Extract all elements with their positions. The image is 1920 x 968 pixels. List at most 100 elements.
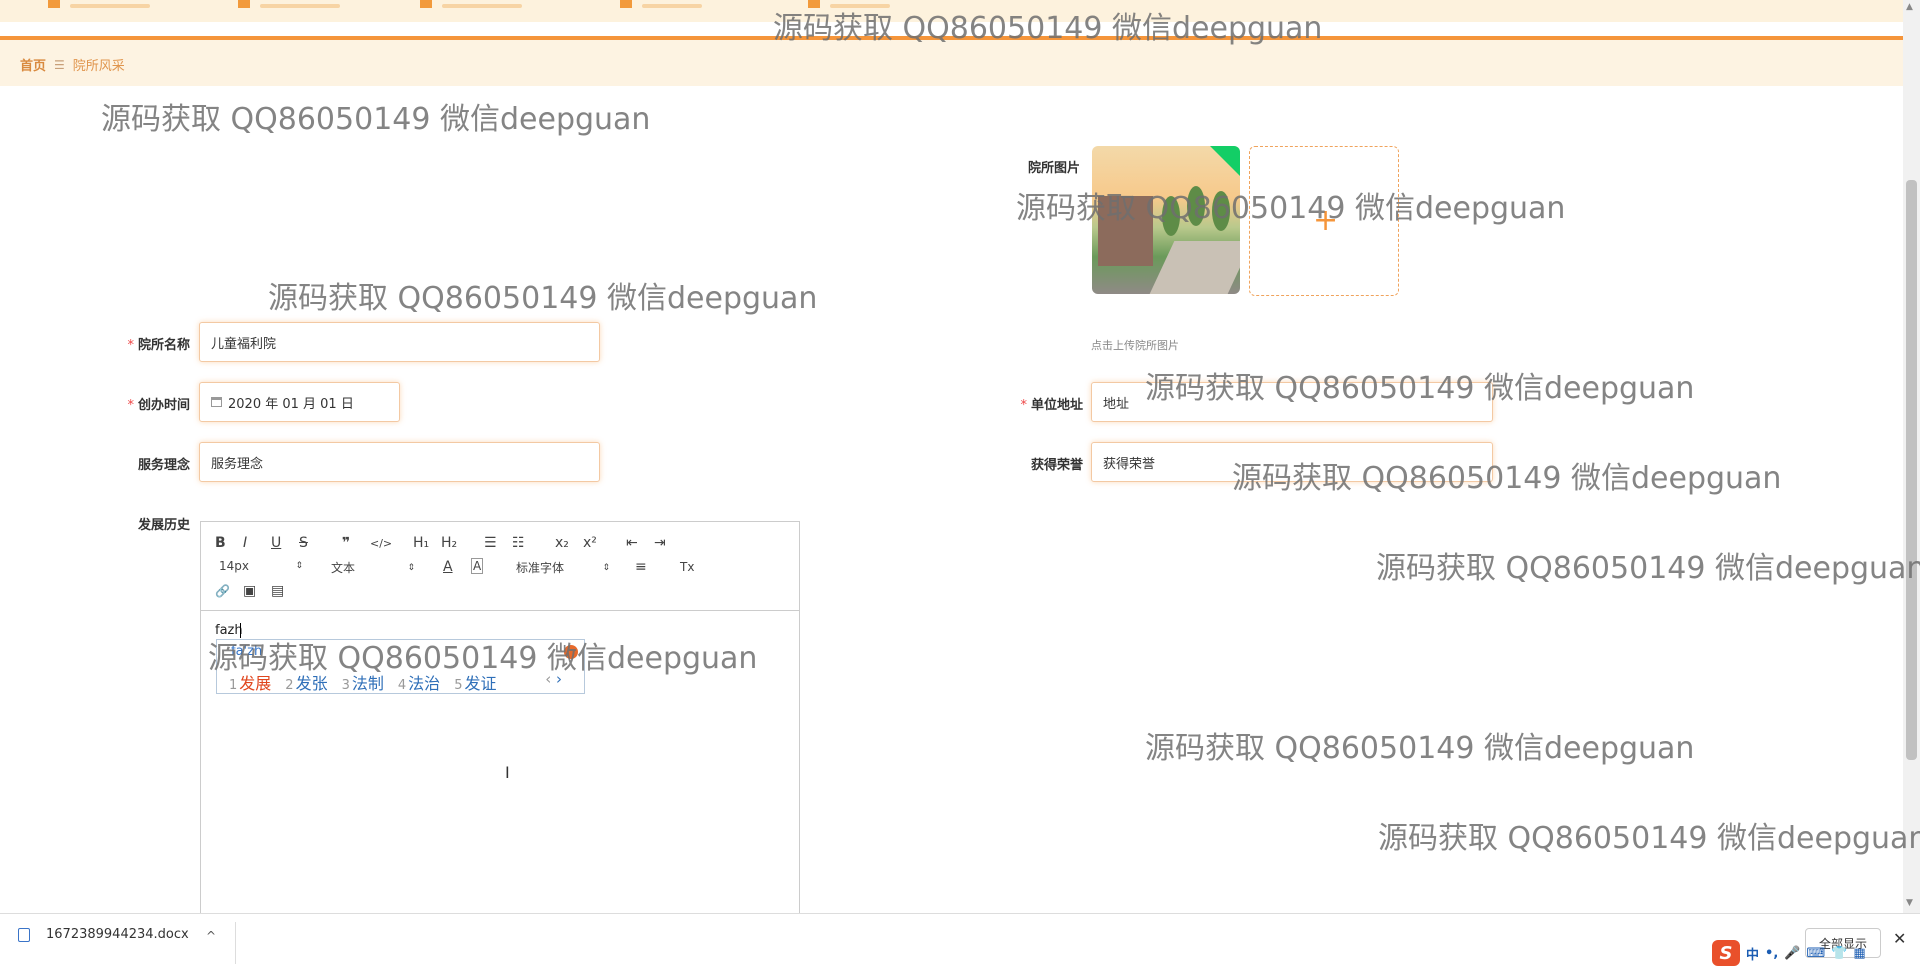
ime-candidate-number: 1 (229, 678, 238, 693)
scroll-up-icon[interactable]: ▲ (1906, 2, 1913, 12)
ime-candidate-word: 发证 (464, 674, 497, 693)
ordered-list-button[interactable]: ☰ (484, 534, 497, 552)
ime-logo-icon (564, 645, 578, 659)
photo-upload-button[interactable]: + (1249, 146, 1399, 296)
font-family-select[interactable]: 标准字体 ⇕ (516, 559, 610, 576)
video-button[interactable]: ▤ (271, 582, 284, 600)
ime-candidate[interactable]: 3 法制 (342, 670, 384, 694)
download-bar (0, 913, 1920, 968)
ime-candidates: 1 发展 2 发张 3 法制 4 法治 5 发证 (229, 670, 496, 694)
address-field[interactable] (1091, 382, 1493, 422)
link-button[interactable]: 🔗 (215, 582, 230, 600)
align-button[interactable]: ≡ (635, 558, 647, 576)
rich-text-editor[interactable]: B I U S ❞ </> H₁ H₂ ☰ ☷ x₂ x² ⇤ ⇥ 14px ⇕ … (200, 521, 800, 916)
name-field[interactable] (199, 322, 600, 362)
photo-label: 院所图片 (960, 157, 1080, 176)
download-item[interactable]: 1672389944234.docx (18, 927, 189, 942)
image-button[interactable]: ▣ (243, 582, 256, 600)
history-label: 发展历史 (70, 514, 190, 533)
bold-button[interactable]: B (215, 534, 226, 552)
outdent-button[interactable]: ⇤ (626, 534, 638, 552)
ime-candidate[interactable]: 1 发展 (229, 670, 271, 694)
clear-format-button[interactable]: Tx (680, 558, 694, 576)
bullet-list-button[interactable]: ☷ (512, 534, 525, 552)
indent-button[interactable]: ⇥ (654, 534, 666, 552)
nav-item-3[interactable] (420, 0, 522, 8)
subscript-button[interactable]: x₂ (555, 534, 569, 552)
photo-tree (1212, 191, 1230, 231)
nav-item-label (260, 4, 340, 8)
ime-next-icon[interactable]: › (556, 670, 562, 688)
watermark: 源码获取 QQ86050149 微信deepguan (101, 102, 651, 137)
editor-content[interactable]: fazh (215, 623, 243, 638)
top-nav (0, 0, 1903, 22)
ime-candidate[interactable]: 4 法治 (398, 670, 440, 694)
honors-label: 获得荣誉 (963, 454, 1083, 473)
italic-button[interactable]: I (243, 534, 247, 552)
h2-button[interactable]: H₂ (441, 534, 457, 552)
underline-button[interactable]: U (271, 534, 281, 552)
founded-date-field[interactable]: 2020 年 01 月 01 日 (199, 382, 400, 422)
ime-candidate-word: 法治 (408, 674, 441, 693)
ime-page-nav[interactable]: ‹ › (545, 670, 562, 688)
sogou-logo-icon[interactable]: S (1712, 940, 1740, 966)
punctuation-icon[interactable]: •, (1765, 946, 1778, 961)
nav-item-4[interactable] (620, 0, 702, 8)
ime-prev-icon[interactable]: ‹ (545, 670, 551, 688)
ime-candidate-word: 法制 (351, 674, 384, 693)
nav-item-5[interactable] (808, 0, 890, 8)
scrollbar-thumb[interactable] (1906, 180, 1917, 760)
address-label-text: 单位地址 (1030, 398, 1083, 413)
nav-icon (620, 0, 632, 8)
required-mark: * (127, 338, 134, 353)
name-label: * 院所名称 (70, 334, 190, 353)
background-color-button[interactable]: A (471, 558, 484, 574)
blockquote-button[interactable]: ❞ (342, 534, 350, 552)
honors-input[interactable] (1103, 454, 1492, 470)
nav-icon (238, 0, 250, 8)
philosophy-label: 服务理念 (70, 454, 190, 473)
history-label-text: 发展历史 (137, 518, 190, 533)
header-select[interactable]: 文本 ⇕ (331, 559, 415, 576)
h1-button[interactable]: H₁ (413, 534, 429, 552)
address-input[interactable] (1103, 394, 1492, 410)
required-mark: * (127, 398, 134, 413)
breadcrumb: 首页 ☰ 院所风采 (20, 55, 125, 75)
nav-item-1[interactable] (48, 0, 150, 8)
watermark: 源码获取 QQ86050149 微信deepguan (268, 281, 818, 316)
strike-button[interactable]: S (299, 534, 308, 552)
founded-label: * 创办时间 (70, 394, 190, 413)
text-color-button[interactable]: A (443, 558, 453, 576)
breadcrumb-home[interactable]: 首页 (20, 55, 46, 74)
uploaded-photo[interactable] (1092, 146, 1240, 294)
name-input[interactable] (211, 334, 599, 350)
breadcrumb-current: 院所风采 (72, 59, 125, 74)
close-icon[interactable]: ✕ (1893, 929, 1906, 948)
breadcrumb-bar (0, 40, 1903, 86)
font-size-value: 14px (219, 559, 249, 573)
divider (235, 922, 236, 964)
breadcrumb-separator-icon: ☰ (54, 57, 65, 72)
photo-tree (1187, 186, 1205, 226)
honors-field[interactable] (1091, 442, 1493, 482)
microphone-icon[interactable]: 🎤 (1784, 946, 1800, 961)
ime-lang-toggle[interactable]: 中 (1746, 944, 1759, 963)
ime-candidate[interactable]: 5 发证 (454, 670, 496, 694)
ime-candidate[interactable]: 2 发张 (285, 670, 327, 694)
toolbox-icon[interactable]: ▦ (1853, 946, 1865, 961)
chevron-up-icon[interactable]: ^ (206, 929, 216, 943)
ime-candidate-number: 3 (341, 678, 350, 693)
founded-date-value: 2020 年 01 月 01 日 (228, 396, 354, 412)
founded-label-text: 创办时间 (137, 398, 190, 413)
scroll-down-icon[interactable]: ▼ (1906, 898, 1913, 908)
skin-icon[interactable]: 👕 (1831, 946, 1847, 961)
photo-road (1149, 241, 1240, 294)
philosophy-input[interactable] (211, 454, 599, 470)
address-label: * 单位地址 (963, 394, 1083, 413)
superscript-button[interactable]: x² (583, 534, 597, 552)
nav-item-2[interactable] (238, 0, 340, 8)
code-block-button[interactable]: </> (370, 534, 392, 552)
font-size-select[interactable]: 14px ⇕ (219, 559, 303, 573)
keyboard-icon[interactable]: ⌨ (1806, 946, 1825, 961)
philosophy-field[interactable] (199, 442, 600, 482)
